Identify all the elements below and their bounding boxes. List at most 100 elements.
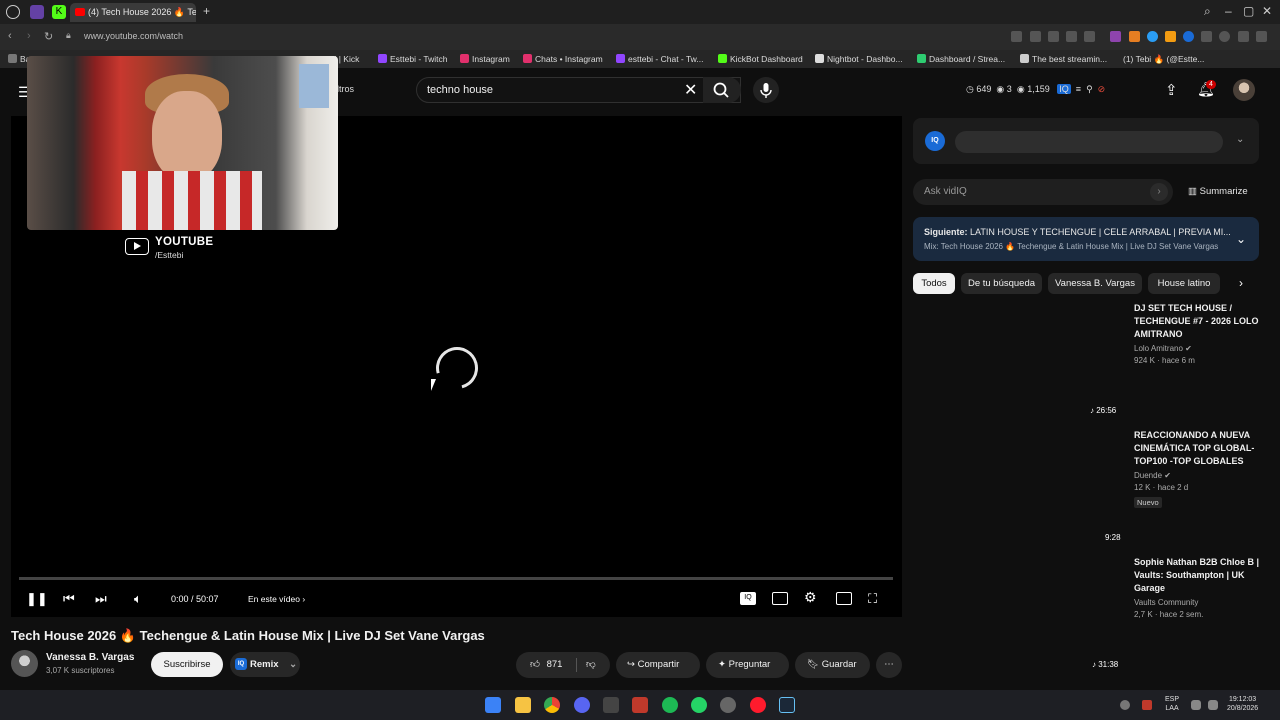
minimize-icon[interactable]: –	[1225, 4, 1232, 18]
filters-button[interactable]: ltros	[337, 84, 354, 94]
windows-start-icon[interactable]	[485, 697, 501, 713]
steam-icon[interactable]	[779, 697, 795, 713]
settings-gear-icon[interactable]: ⚙	[804, 589, 817, 606]
vidiq-icon[interactable]: IQ	[1057, 84, 1071, 94]
bookmark-item[interactable]: Dashboard / Strea...	[917, 54, 1005, 64]
search-tabs-icon[interactable]: ⌕	[1204, 4, 1211, 19]
vidiq-extension-icon[interactable]	[1183, 31, 1194, 42]
extension-icon[interactable]	[1030, 31, 1041, 42]
bookmark-item[interactable]: (1) Tebi 🔥 (@Estte...	[1123, 54, 1204, 65]
recommendation-item[interactable]: REACCIONANDO A NUEVA CINEMÁTICA TOP GLOB…	[1134, 429, 1264, 510]
list-icon[interactable]: ≡	[1076, 84, 1081, 94]
speaker-icon[interactable]	[1208, 700, 1218, 710]
bookmark-item[interactable]: KickBot Dashboard	[718, 54, 803, 64]
save-button[interactable]: 🔖︎ Guardar	[795, 652, 870, 678]
dislike-button[interactable]: 👎︎	[586, 652, 596, 678]
upload-icon[interactable]: ⇪	[1165, 81, 1178, 99]
twitch-tab-icon[interactable]	[30, 5, 44, 19]
app-icon[interactable]	[603, 697, 619, 713]
previous-icon[interactable]: ⏮︎	[63, 591, 75, 607]
bookmark-item[interactable]: Nightbot - Dashbo...	[815, 54, 903, 64]
network-icon[interactable]	[1191, 700, 1201, 710]
new-tab-icon[interactable]: +	[203, 4, 210, 18]
clear-search-icon[interactable]: ✕	[684, 80, 697, 100]
fullscreen-icon[interactable]: ⛶	[868, 591, 877, 607]
extension-icon[interactable]	[1147, 31, 1158, 42]
bookmark-item[interactable]: Instagram	[460, 54, 510, 64]
extension-icon[interactable]	[1165, 31, 1176, 42]
extension-icon[interactable]	[1129, 31, 1140, 42]
extension-icon[interactable]	[1048, 31, 1059, 42]
reload-icon[interactable]: ↻	[44, 30, 53, 43]
bookmark-item[interactable]: Chats • Instagram	[523, 54, 603, 64]
extension-icon[interactable]	[1110, 31, 1121, 42]
like-button[interactable]: 👍︎ 871	[530, 659, 562, 670]
volume-icon[interactable]: 🔈︎	[134, 591, 142, 607]
opera-icon[interactable]	[6, 5, 20, 19]
url-field[interactable]: www.youtube.com/watch	[84, 31, 183, 41]
extension-icon[interactable]	[1066, 31, 1077, 42]
puzzle-icon[interactable]	[1201, 31, 1212, 42]
bookmark-item[interactable]: Esttebi - Twitch	[378, 54, 447, 64]
file-explorer-icon[interactable]	[515, 697, 531, 713]
share-button[interactable]: ↪ Compartir	[616, 652, 700, 678]
voice-search-button[interactable]	[753, 77, 779, 103]
forward-icon[interactable]: ›	[27, 30, 31, 42]
search-input[interactable]: techno house	[427, 84, 493, 96]
tray-icon[interactable]	[1120, 700, 1130, 710]
app-icon[interactable]	[632, 697, 648, 713]
profile-icon[interactable]	[1219, 31, 1230, 42]
up-next-panel[interactable]	[913, 217, 1259, 261]
channel-name[interactable]: Vanessa B. Vargas	[46, 652, 134, 663]
pause-icon[interactable]: ❚❚	[26, 591, 48, 607]
recommendation-item[interactable]: DJ SET TECH HOUSE / TECHENGUE #7 - 2026 …	[1134, 302, 1264, 365]
vidiq-player-icon[interactable]: IQ	[740, 592, 756, 605]
heart-icon[interactable]	[1084, 31, 1095, 42]
recommendation-item[interactable]: Sophie Nathan B2B Chloe B | Vaults: Sout…	[1134, 556, 1264, 619]
summarize-button[interactable]: ▥ Summarize	[1188, 186, 1248, 197]
menu-icon[interactable]	[1256, 31, 1267, 42]
active-tab[interactable]: (4) Tech House 2026 🔥 Te	[70, 3, 196, 22]
chrome-icon[interactable]	[544, 697, 560, 713]
microphone-tray-icon[interactable]	[1142, 700, 1152, 710]
discord-icon[interactable]	[574, 697, 590, 713]
captions-icon[interactable]	[772, 592, 788, 605]
channel-avatar[interactable]	[11, 650, 38, 677]
up-next-title[interactable]: Siguiente: LATIN HOUSE Y TECHENGUE | CEL…	[924, 227, 1231, 237]
bookmark-item[interactable]: The best streamin...	[1020, 54, 1107, 64]
subscribe-button[interactable]: Suscribirse	[151, 652, 223, 677]
app-icon[interactable]	[720, 697, 736, 713]
back-icon[interactable]: ‹	[8, 30, 12, 42]
ask-vidiq-placeholder[interactable]: Ask vidIQ	[924, 186, 967, 197]
bell-off-icon[interactable]: ⊘	[1098, 84, 1106, 94]
chevron-right-icon[interactable]: ›	[1239, 276, 1243, 290]
spotify-icon[interactable]	[662, 697, 678, 713]
chapters-button[interactable]: En este vídeo ›	[248, 594, 305, 604]
next-icon[interactable]: ⏭︎	[95, 591, 107, 607]
more-actions-button[interactable]: ⋯	[876, 652, 902, 678]
maximize-icon[interactable]: ▢	[1243, 4, 1254, 18]
opera-gx-icon[interactable]	[750, 697, 766, 713]
whatsapp-icon[interactable]	[691, 697, 707, 713]
theater-mode-icon[interactable]	[836, 592, 852, 605]
chip-de-tu-busqueda[interactable]: De tu búsqueda	[961, 273, 1042, 294]
chip-house-latino[interactable]: House latino	[1148, 273, 1220, 294]
remix-button[interactable]: IQ Remix ⌄	[230, 652, 300, 677]
bookmark-item[interactable]: esttebi - Chat - Tw...	[616, 54, 703, 64]
close-window-icon[interactable]: ✕	[1262, 4, 1272, 18]
input-language[interactable]: ESP LAA	[1165, 695, 1179, 713]
ask-send-icon[interactable]: ›	[1150, 183, 1168, 201]
ask-button[interactable]: ✦ Preguntar	[706, 652, 789, 678]
extension-icon[interactable]	[1011, 31, 1022, 42]
account-avatar[interactable]	[1233, 79, 1255, 101]
pin-icon[interactable]: ⚲	[1086, 84, 1093, 94]
download-icon[interactable]	[1238, 31, 1249, 42]
progress-bar[interactable]	[19, 577, 893, 580]
chevron-down-icon[interactable]: ⌄	[1236, 232, 1246, 246]
clock[interactable]: 19:12:03 20/8/2026	[1227, 695, 1258, 713]
chip-todos[interactable]: Todos	[913, 273, 955, 294]
kick-tab-icon[interactable]: K	[52, 5, 66, 19]
search-button[interactable]	[703, 77, 741, 103]
chevron-down-icon[interactable]: ⌄	[1236, 134, 1244, 145]
chip-channel[interactable]: Vanessa B. Vargas	[1048, 273, 1142, 294]
